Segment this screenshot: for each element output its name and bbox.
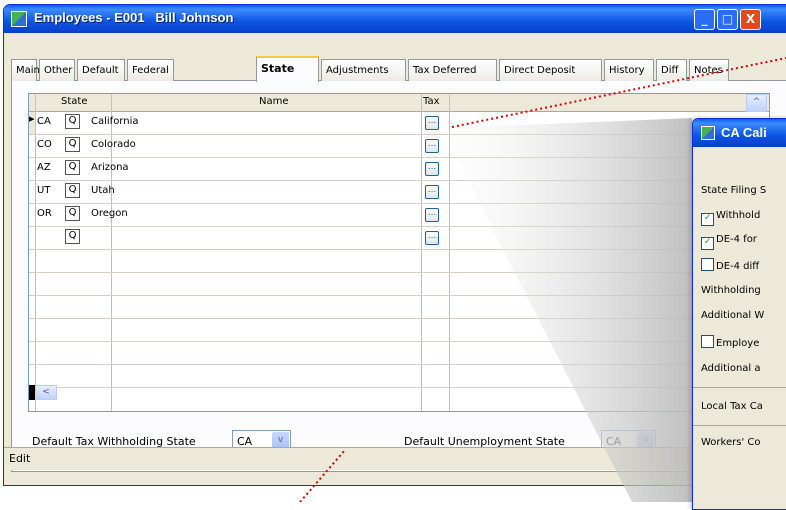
table-row[interactable]: OR Q Oregon ... [29,204,769,227]
state-name-cell: California [91,116,139,127]
header-tax[interactable]: Tax [423,96,440,107]
lookup-icon[interactable]: Q [65,160,80,175]
checkbox-icon[interactable] [701,258,714,271]
tax-settings-button[interactable]: ... [425,208,439,222]
table-row [29,250,769,273]
tax-settings-button[interactable]: ... [425,185,439,199]
popup-additional-a-label: Additional a [701,363,761,374]
tab-default[interactable]: Default [77,59,125,81]
tab-state[interactable]: State [256,56,319,82]
tab-federal[interactable]: Federal [127,59,174,81]
scroll-up-button[interactable]: ^ [746,94,767,112]
grid-header: State Name Tax ^ [29,94,769,112]
state-code-cell[interactable]: AZ [37,162,51,173]
tax-settings-button[interactable]: ... [425,231,439,245]
tax-settings-button[interactable]: ... [425,162,439,176]
state-name-cell: Utah [91,185,115,196]
ca-tax-popup-window: CA Cali State Filing S ✓ Withhold ✓ DE-4 f… [692,118,786,510]
table-row [29,319,769,342]
table-row [29,273,769,296]
window-title: Employees - E001 Bill Johnson [34,10,234,25]
popup-workers-comp-label: Workers' Co [701,437,761,448]
row-selector-icon: ▸ [29,112,35,134]
checkbox-icon[interactable]: ✓ [701,237,714,250]
table-row[interactable]: ▸ CA Q California ... [29,112,769,135]
table-row[interactable]: CO Q Colorado ... [29,135,769,158]
tab-diff[interactable]: Diff [656,59,687,81]
employees-window: Employees - E001 Bill Johnson _ □ X Main… [3,4,786,486]
table-row[interactable]: AZ Q Arizona ... [29,158,769,181]
popup-withhold-label: Withhold [716,210,761,221]
popup-de4-diff-checkbox[interactable]: DE-4 diff [701,258,759,272]
popup-withhold-checkbox[interactable]: ✓ Withhold [701,210,760,226]
tab-other[interactable]: Other [39,59,75,81]
table-row[interactable]: Q ... [29,227,769,250]
tab-direct-deposit[interactable]: Direct Deposit [499,59,602,81]
popup-de4-for-label: DE-4 for [716,234,757,245]
popup-additional-w-label: Additional W [701,310,765,321]
state-code-cell[interactable]: UT [37,185,50,196]
state-code-cell[interactable]: CA [37,116,51,127]
status-text: Edit [9,452,31,465]
table-row [29,296,769,319]
tab-history[interactable]: History [604,59,654,81]
tax-settings-button[interactable]: ... [425,139,439,153]
lookup-icon[interactable]: Q [65,229,80,244]
popup-employee-checkbox[interactable]: Employe [701,335,759,349]
lookup-icon[interactable]: Q [65,137,80,152]
table-row[interactable]: UT Q Utah ... [29,181,769,204]
popup-withholding-label: Withholding [701,285,761,296]
popup-state-filing-label: State Filing S [701,185,767,196]
lookup-icon[interactable]: Q [65,206,80,221]
close-button[interactable]: X [740,9,761,30]
state-code-cell[interactable]: OR [37,208,52,219]
tab-tax-deferred[interactable]: Tax Deferred [408,59,497,81]
state-name-cell: Arizona [91,162,129,173]
popup-de4-diff-label: DE-4 diff [716,261,760,272]
header-state[interactable]: State [61,96,87,107]
maximize-button[interactable]: □ [717,9,738,30]
status-bar: Edit [4,447,786,470]
title-bar[interactable]: Employees - E001 Bill Johnson _ □ X [4,5,786,33]
header-name[interactable]: Name [259,96,289,107]
scroll-left-button[interactable]: < [35,385,57,400]
popup-de4-for-checkbox[interactable]: ✓ DE-4 for [701,234,757,250]
tax-settings-button[interactable]: ... [425,116,439,130]
popup-local-tax-label: Local Tax Ca [701,401,763,412]
table-row [29,365,769,388]
minimize-button[interactable]: _ [694,9,715,30]
lookup-icon[interactable]: Q [65,183,80,198]
app-icon [701,126,715,140]
state-name-cell: Oregon [91,208,128,219]
tab-adjustments[interactable]: Adjustments [321,59,406,81]
tab-notes[interactable]: Notes [689,59,729,81]
popup-title: CA Cali [721,125,767,140]
state-grid: State Name Tax ^ ▸ CA Q California ... C… [28,93,770,412]
state-code-cell[interactable]: CO [37,139,52,150]
popup-divider [693,425,786,426]
popup-divider [693,387,786,388]
checkbox-icon[interactable] [701,335,714,348]
state-name-cell: Colorado [91,139,136,150]
table-row [29,342,769,365]
popup-employee-label: Employe [716,338,760,349]
app-icon [11,11,27,27]
popup-title-bar[interactable]: CA Cali [693,119,786,147]
tab-main[interactable]: Main [11,59,40,81]
checkbox-icon[interactable]: ✓ [701,213,714,226]
lookup-icon[interactable]: Q [65,114,80,129]
